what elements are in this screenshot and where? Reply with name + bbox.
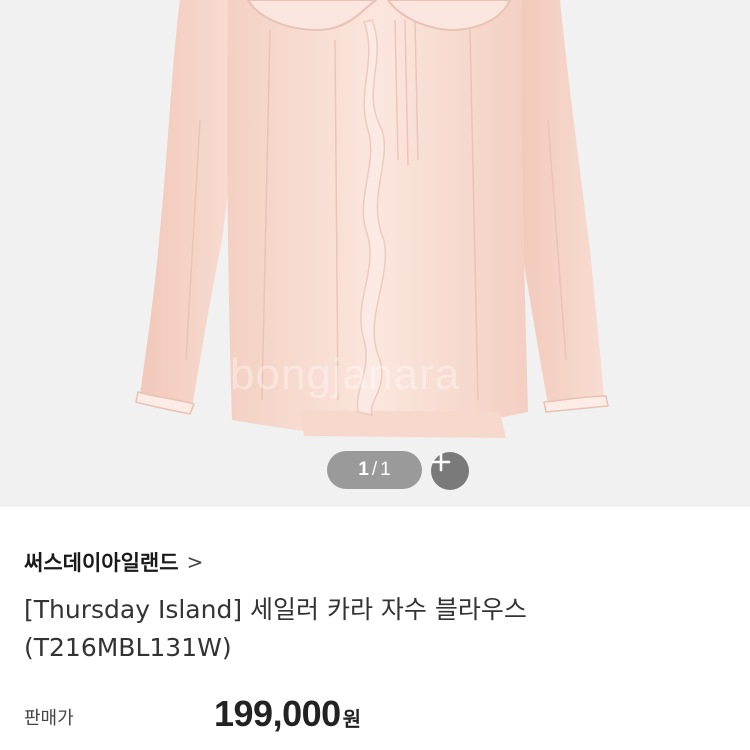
- image-counter-current: 1: [358, 459, 369, 480]
- plus-icon: [431, 452, 451, 472]
- product-title-line1: [Thursday Island] 세일러 카라 자수 블라우스: [24, 595, 527, 624]
- brand-link[interactable]: 써스데이아일랜드 >: [24, 547, 203, 577]
- price-unit: 원: [342, 707, 362, 731]
- image-counter: 1 / 1: [327, 451, 422, 489]
- brand-name: 써스데이아일랜드: [24, 551, 179, 575]
- watermark: bongjanara: [230, 350, 461, 399]
- zoom-button[interactable]: [431, 452, 469, 490]
- image-counter-separator: /: [371, 459, 378, 480]
- product-title: [Thursday Island] 세일러 카라 자수 블라우스 (T216MB…: [24, 591, 724, 667]
- product-info: 써스데이아일랜드 > [Thursday Island] 세일러 카라 자수 블…: [0, 507, 750, 750]
- chevron-right-icon: >: [186, 550, 204, 574]
- image-counter-total: 1: [380, 459, 391, 480]
- product-title-line2: (T216MBL131W): [24, 633, 232, 662]
- price: 199,000 원: [214, 693, 361, 735]
- price-amount: 199,000: [214, 693, 341, 734]
- product-image[interactable]: bongjanara 1 / 1: [0, 0, 750, 507]
- blouse-photo: [135, 0, 609, 438]
- price-label: 판매가: [24, 708, 74, 729]
